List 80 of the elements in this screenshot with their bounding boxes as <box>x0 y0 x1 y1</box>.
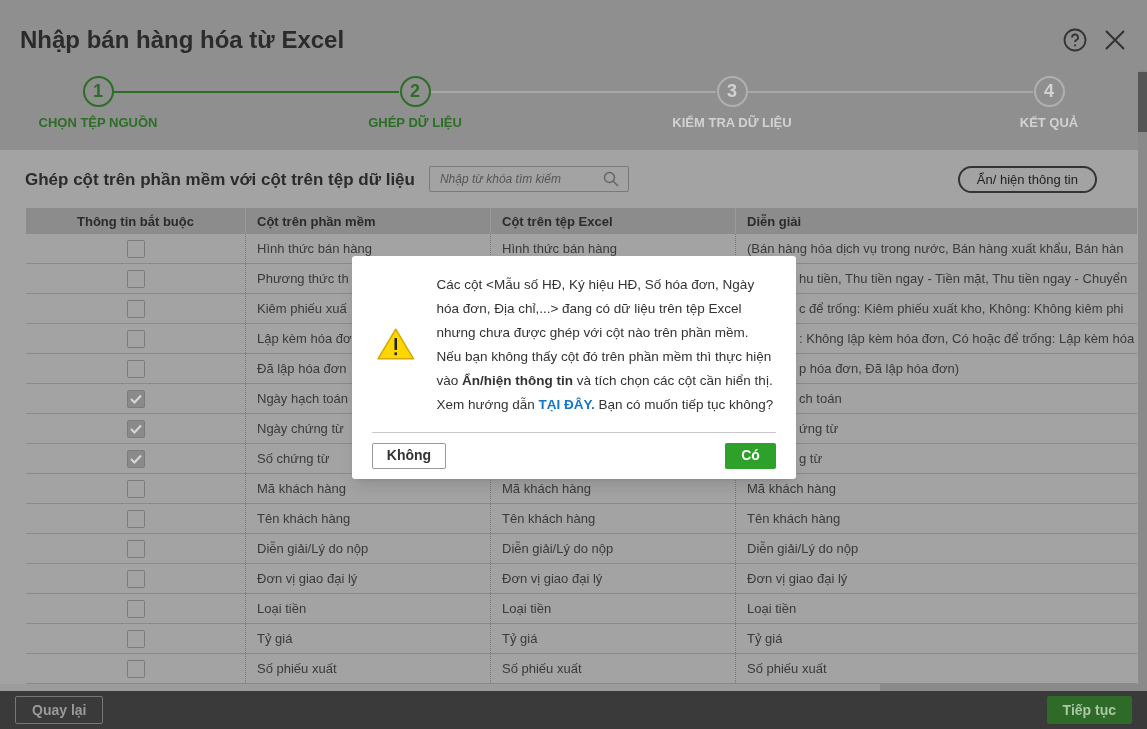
table-cell-text: Đơn vị giao đại lý <box>502 570 603 589</box>
table-cell-text: Tên khách hàng <box>502 510 596 529</box>
table-cell-text: Đơn vị giao đại lý <box>747 570 848 589</box>
checkbox[interactable] <box>126 299 145 318</box>
checkbox[interactable] <box>126 659 145 678</box>
table-cell-text: c để trống: Kiêm phiếu xuất kho, Không: Không kiêm phi <box>799 300 1124 319</box>
column-header: Cột trên tệp Excel <box>490 208 735 235</box>
checkbox[interactable] <box>126 419 145 438</box>
table-cell-text: Lập kèm hóa đơ <box>257 330 352 349</box>
scrollbar-thumb[interactable] <box>0 684 880 692</box>
dialog-message: Các cột <Mẫu số HĐ, Ký hiệu HĐ, Số hóa đơn, Ngày hóa đơn, Địa chỉ,...> đang có dữ liệu trên tệp Excel nhưng chưa được ghép với cột nào trên phần mềm. Nếu bạn không thấy cột đó trên phần mềm thì thực hiện vào Ẩn/hiện thông tin và tích chọn các cột cần hiển thị. Xem hướng dẫn TẠI ĐÂY. Bạn có muốn tiếp tục không? <box>436 276 775 414</box>
window-title: Nhập bán hàng hóa từ Excel <box>20 25 345 55</box>
table-cell-text: Kiêm phiếu xuấ <box>257 300 347 319</box>
table-cell-text: : Không lập kèm hóa đơn, Có hoặc để trống: Lập kèm hóa <box>799 330 1135 349</box>
table-cell-text: Diễn giải/Lý do nộp <box>257 540 369 559</box>
table-cell-text: Ngày hạch toán <box>257 390 349 409</box>
table-cell-text: Phương thức th <box>257 270 349 289</box>
checkmark-icon <box>129 453 142 464</box>
continue-button[interactable]: Tiếp tục <box>1046 696 1132 725</box>
table-cell-text: Loại tiền <box>502 600 552 619</box>
yes-button[interactable]: Có <box>725 442 776 469</box>
step-label: KIỂM TRA DỮ LIỆU <box>672 114 792 132</box>
warning-icon <box>377 327 415 361</box>
checkbox[interactable] <box>126 479 145 498</box>
checkbox[interactable] <box>126 449 145 468</box>
checkbox[interactable] <box>126 329 145 348</box>
checkbox[interactable] <box>126 629 145 648</box>
checkbox[interactable] <box>126 569 145 588</box>
checkbox[interactable] <box>126 269 145 288</box>
table-cell-text: Ngày chứng từ <box>257 420 344 439</box>
help-link[interactable]: TẠI ĐÂY. <box>538 397 595 412</box>
table-cell-text: Hình thức bán hàng <box>257 240 372 259</box>
no-button[interactable]: Không <box>372 442 446 469</box>
table-cell-text: Đã lập hóa đơn <box>257 360 347 379</box>
section-title: Ghép cột trên phần mềm với cột trên tệp dữ liệu <box>25 168 415 191</box>
table-cell-text: Hình thức bán hàng <box>502 240 617 259</box>
checkmark-icon <box>129 423 142 434</box>
scrollbar-thumb[interactable] <box>1138 72 1147 133</box>
checkbox[interactable] <box>126 509 145 528</box>
table-cell-text: Tỷ giá <box>257 630 293 649</box>
table-cell-text: Số phiếu xuất <box>747 660 827 679</box>
table-cell-text: p hóa đơn, Đã lập hóa đơn) <box>799 360 960 379</box>
table-cell-text: Tỷ giá <box>747 630 783 649</box>
table-cell-text: ch toán <box>799 390 842 409</box>
search-field[interactable]: Nhập từ khóa tìm kiếm <box>428 166 629 193</box>
checkmark-icon <box>129 393 142 404</box>
table-cell-text: Đơn vị giao đại lý <box>257 570 358 589</box>
toggle-info-button[interactable]: Ẩn/ hiện thông tin <box>957 165 1097 193</box>
table-cell-text: Tỷ giá <box>502 630 538 649</box>
column-header: Thông tin bắt buộc <box>76 212 195 231</box>
table-cell-text: Số chứng từ <box>257 450 330 469</box>
table-cell-text: Tên khách hàng <box>257 510 351 529</box>
table-cell-text: Mã khách hàng <box>502 480 591 499</box>
table-cell-text: Mã khách hàng <box>747 480 836 499</box>
step-label: GHÉP DỮ LIỆU <box>368 114 462 132</box>
table-cell-text: ứng từ <box>799 420 839 439</box>
column-header: Diễn giải <box>735 208 1137 235</box>
step-label: KẾT QUẢ <box>1019 114 1079 132</box>
table-cell-text: g từ <box>799 450 823 469</box>
table-cell-text: Tên khách hàng <box>747 510 841 529</box>
back-button[interactable]: Quay lại <box>15 696 104 725</box>
table-cell-text: Loại tiền <box>747 600 797 619</box>
checkbox[interactable] <box>126 599 145 618</box>
checkbox[interactable] <box>126 389 145 408</box>
help-icon[interactable] <box>1063 28 1087 52</box>
table-cell-text: Loại tiền <box>257 600 307 619</box>
table-cell-text: Mã khách hàng <box>257 480 346 499</box>
step-label: CHỌN TỆP NGUỒN <box>38 114 158 132</box>
close-icon[interactable] <box>1105 30 1125 50</box>
search-icon <box>602 171 619 188</box>
checkbox[interactable] <box>126 239 145 258</box>
table-cell-text: (Bán hàng hóa dịch vụ trong nước, Bán hàng xuất khẩu, Bán hàn <box>747 240 1124 259</box>
checkbox[interactable] <box>126 539 145 558</box>
checkbox[interactable] <box>126 359 145 378</box>
table-cell-text: Diễn giải/Lý do nộp <box>747 540 859 559</box>
table-cell-text: Số phiếu xuất <box>502 660 582 679</box>
table-cell-text: Số phiếu xuất <box>257 660 337 679</box>
table-cell-text: Diễn giải/Lý do nộp <box>502 540 614 559</box>
column-header: Cột trên phần mềm <box>245 208 490 235</box>
table-cell-text: hu tiền, Thu tiền ngay - Tiền mặt, Thu tiền ngay - Chuyển <box>799 270 1128 289</box>
